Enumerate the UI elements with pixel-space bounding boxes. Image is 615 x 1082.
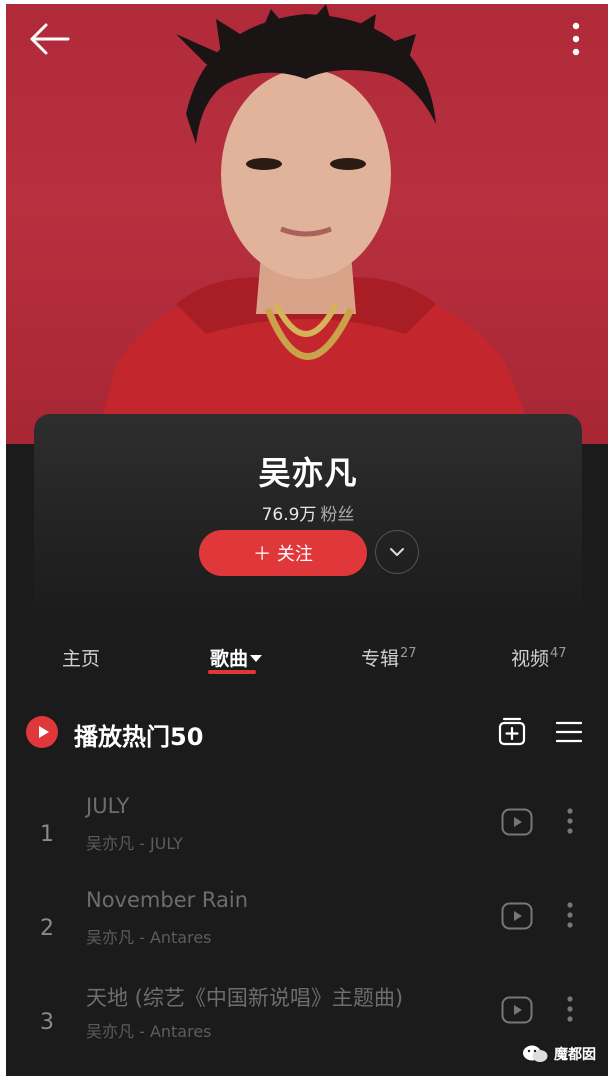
tab-count: 27 — [400, 646, 417, 661]
tab-count: 47 — [550, 646, 567, 661]
more-vertical-icon[interactable] — [566, 20, 586, 58]
tab-videos[interactable]: 视频47 — [511, 644, 567, 671]
tab-songs[interactable]: 歌曲 — [208, 644, 263, 674]
song-title: JULY — [86, 794, 130, 818]
wechat-icon — [523, 1045, 548, 1062]
song-row[interactable]: 3 天地 (综艺《中国新说唱》主题曲) 吴亦凡 - Antares — [6, 982, 608, 1066]
tab-label: 视频 — [511, 648, 550, 670]
song-row[interactable]: 1 JULY 吴亦凡 - JULY — [6, 794, 608, 878]
song-subtitle: 吴亦凡 - Antares — [86, 1022, 212, 1041]
play-circle-icon[interactable] — [26, 716, 58, 748]
expand-button[interactable] — [375, 530, 419, 574]
more-vertical-icon[interactable] — [562, 900, 578, 930]
tab-label: 歌曲 — [210, 648, 249, 670]
app-screen: 吴亦凡 76.9万粉丝 ＋ 关注 主页 歌曲 专辑27 视频47 播放热门50 — [6, 4, 608, 1076]
song-index: 3 — [40, 1010, 54, 1035]
artist-hero-image — [6, 4, 608, 444]
tab-albums[interactable]: 专辑27 — [361, 644, 417, 671]
play-video-icon[interactable] — [501, 808, 533, 836]
dropdown-caret-icon — [250, 655, 263, 662]
song-subtitle: 吴亦凡 - JULY — [86, 834, 183, 853]
tab-label: 主页 — [62, 648, 101, 670]
artist-profile-card: 吴亦凡 76.9万 粉丝 ＋ 关注 — [34, 414, 582, 624]
song-title: November Rain — [86, 888, 249, 912]
song-title: 天地 (综艺《中国新说唱》主题曲) — [86, 986, 404, 1010]
fans-number: 76.9万 — [261, 505, 317, 525]
play-video-icon[interactable] — [501, 996, 533, 1024]
tab-label: 专辑 — [361, 648, 400, 670]
tab-home[interactable]: 主页 — [62, 644, 100, 671]
song-subtitle: 吴亦凡 - Antares — [86, 928, 212, 947]
fans-count: 76.9万 粉丝 — [34, 500, 582, 525]
chevron-down-icon — [390, 548, 404, 556]
play-all-title[interactable]: 播放热门50 — [74, 717, 203, 752]
active-tab-indicator — [208, 670, 256, 674]
watermark: 魔都囡 — [522, 1044, 596, 1064]
more-vertical-icon[interactable] — [562, 806, 578, 836]
watermark-text: 魔都囡 — [554, 1047, 596, 1063]
play-video-icon[interactable] — [501, 902, 533, 930]
artist-name: 吴亦凡 — [258, 454, 358, 492]
song-row[interactable]: 2 November Rain 吴亦凡 - Antares — [6, 888, 608, 972]
add-playlist-icon[interactable] — [498, 716, 526, 746]
artist-tabs: 主页 歌曲 专辑27 视频47 — [6, 644, 608, 684]
list-menu-icon[interactable] — [555, 720, 583, 744]
back-arrow-icon[interactable] — [28, 22, 70, 56]
more-vertical-icon[interactable] — [562, 994, 578, 1024]
song-index: 1 — [40, 822, 54, 847]
fans-label: 粉丝 — [320, 505, 355, 525]
artist-photo — [96, 4, 536, 444]
follow-button[interactable]: ＋ 关注 — [199, 530, 367, 576]
song-index: 2 — [40, 916, 54, 941]
